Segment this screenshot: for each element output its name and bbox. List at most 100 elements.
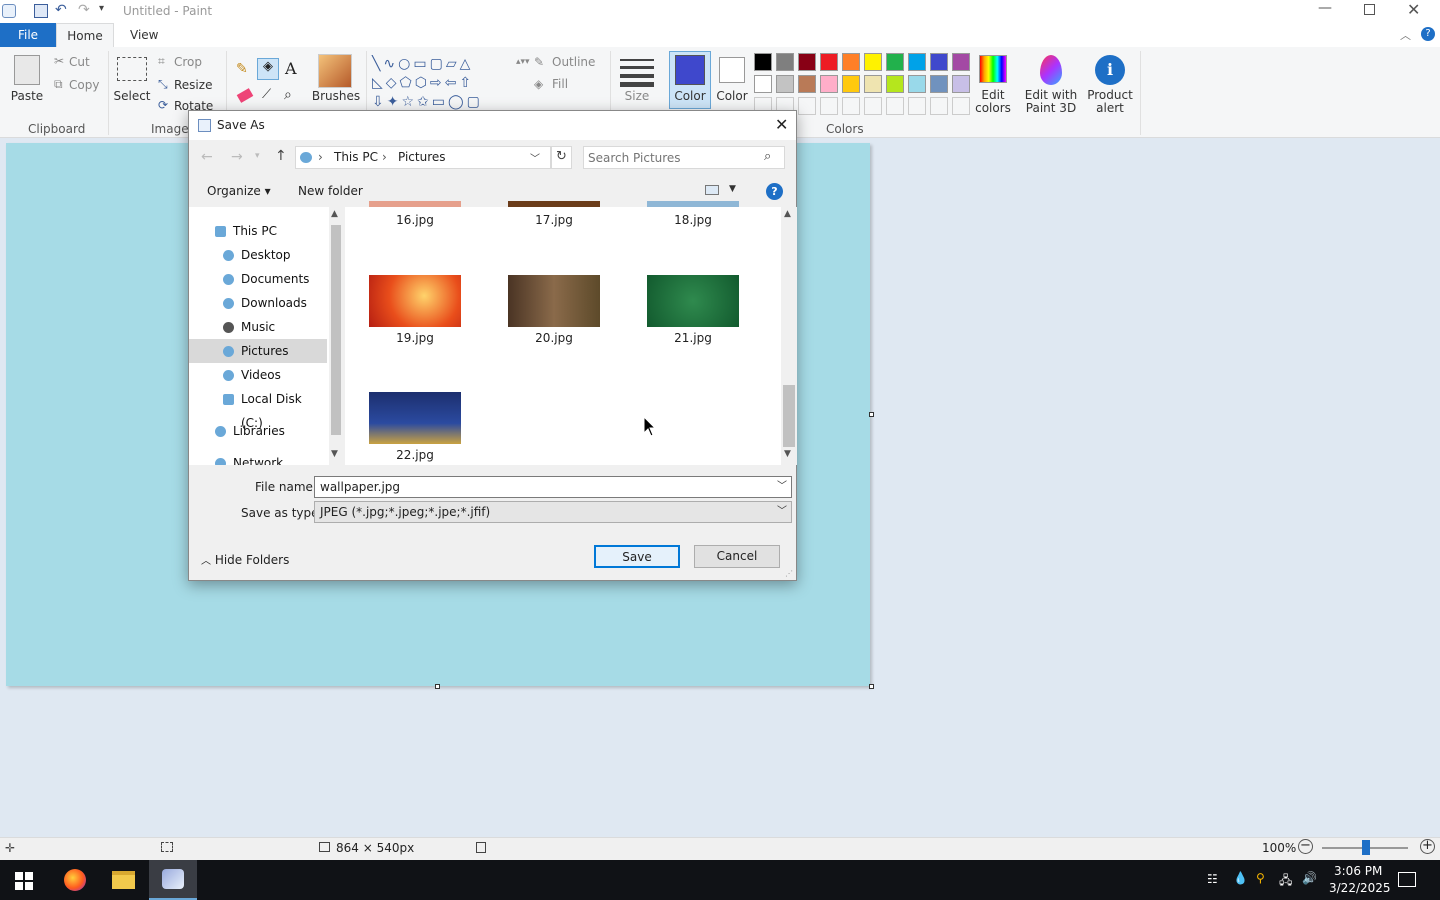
cut-button[interactable]: Cut: [69, 55, 90, 69]
search-tray-icon[interactable]: ⚲: [1256, 871, 1265, 885]
select-icon[interactable]: [117, 57, 147, 81]
palette-swatch[interactable]: [820, 53, 838, 71]
palette-swatch[interactable]: [754, 75, 772, 93]
select-button[interactable]: Select: [112, 89, 152, 103]
organize-button[interactable]: Organize ▾: [207, 184, 271, 198]
eraser-icon[interactable]: [236, 88, 254, 103]
outline-button[interactable]: Outline: [552, 55, 595, 69]
palette-swatch[interactable]: [798, 75, 816, 93]
file-label[interactable]: 18.jpg: [647, 213, 739, 227]
help-icon[interactable]: ?: [1421, 27, 1435, 41]
dialog-help-icon[interactable]: ?: [766, 183, 783, 200]
clock-time[interactable]: 3:06 PM: [1334, 864, 1382, 878]
text-icon[interactable]: A: [285, 59, 297, 78]
palette-swatch[interactable]: [952, 75, 970, 93]
address-dropdown-icon[interactable]: ﹀: [530, 150, 540, 165]
thumbnail-19[interactable]: [369, 275, 461, 327]
palette-swatch[interactable]: [886, 75, 904, 93]
nav-music[interactable]: Music: [189, 315, 327, 339]
palette-swatch[interactable]: [886, 53, 904, 71]
palette-swatch[interactable]: [908, 53, 926, 71]
fill-bucket-icon[interactable]: ◈: [257, 58, 279, 80]
scroll-thumb[interactable]: [331, 225, 341, 435]
resize-button[interactable]: Resize: [174, 78, 212, 92]
nav-local-disk[interactable]: Local Disk (C:): [189, 387, 327, 430]
save-button[interactable]: Save: [594, 545, 680, 568]
save-type-dropdown-icon[interactable]: ﹀: [777, 502, 787, 522]
pencil-icon[interactable]: ✎: [236, 61, 248, 77]
windows-start-icon[interactable]: [15, 872, 33, 890]
scroll-down-icon[interactable]: ▼: [331, 449, 338, 459]
nav-pictures[interactable]: Pictures: [189, 339, 327, 363]
view-options-icon[interactable]: [705, 185, 719, 195]
firefox-icon[interactable]: [64, 869, 86, 891]
file-explorer-icon[interactable]: [112, 871, 135, 889]
view-dropdown-icon[interactable]: ▼: [729, 184, 736, 194]
breadcrumb-this-pc[interactable]: This PC: [334, 150, 378, 164]
palette-swatch[interactable]: [930, 53, 948, 71]
notifications-icon[interactable]: [1398, 872, 1416, 887]
palette-swatch-empty[interactable]: [952, 97, 970, 115]
file-label[interactable]: 22.jpg: [369, 448, 461, 462]
nav-desktop[interactable]: Desktop: [189, 243, 327, 267]
close-window-icon[interactable]: ✕: [1407, 0, 1420, 19]
palette-swatch-empty[interactable]: [908, 97, 926, 115]
brushes-icon[interactable]: [318, 54, 352, 88]
search-input[interactable]: [588, 149, 758, 166]
palette-swatch[interactable]: [820, 75, 838, 93]
breadcrumb-pictures[interactable]: Pictures: [398, 150, 446, 164]
forward-icon[interactable]: →: [231, 149, 243, 165]
customize-qat-icon[interactable]: ▾: [99, 3, 104, 14]
up-icon[interactable]: ↑: [275, 148, 287, 164]
fill-button[interactable]: Fill: [552, 77, 568, 91]
nav-this-pc[interactable]: This PC: [189, 219, 327, 243]
resize-handle-bottom[interactable]: [435, 684, 440, 689]
zoom-slider-thumb[interactable]: [1362, 840, 1370, 855]
file-name-dropdown-icon[interactable]: ﹀: [777, 477, 787, 497]
file-label[interactable]: 19.jpg: [369, 331, 461, 345]
color2-swatch[interactable]: [719, 57, 745, 83]
color-picker-icon[interactable]: ⟋: [262, 87, 271, 102]
nav-downloads[interactable]: Downloads: [189, 291, 327, 315]
paste-icon[interactable]: [14, 55, 40, 85]
hide-folders-button[interactable]: ︿ Hide Folders: [201, 552, 289, 567]
clock-date[interactable]: 3/22/2025: [1329, 881, 1391, 895]
scroll-down-icon[interactable]: ▼: [784, 449, 791, 459]
thumbnail-17[interactable]: [508, 201, 600, 207]
file-label[interactable]: 16.jpg: [369, 213, 461, 227]
network-tray-icon[interactable]: 🖧: [1279, 871, 1292, 892]
shapes-scroll-icon[interactable]: ▴▾▾: [516, 57, 530, 67]
tab-file[interactable]: File: [0, 23, 56, 47]
zoom-in-icon[interactable]: +: [1420, 839, 1435, 854]
palette-swatch[interactable]: [842, 75, 860, 93]
nav-documents[interactable]: Documents: [189, 267, 327, 291]
palette-swatch[interactable]: [754, 53, 772, 71]
file-label[interactable]: 20.jpg: [508, 331, 600, 345]
nav-network[interactable]: Network: [189, 451, 327, 465]
scroll-thumb[interactable]: [783, 385, 795, 447]
product-alert-button[interactable]: Product alert: [1083, 89, 1137, 115]
file-label[interactable]: 21.jpg: [647, 331, 739, 345]
nav-libraries[interactable]: Libraries: [189, 419, 327, 443]
dialog-close-icon[interactable]: ✕: [775, 115, 788, 134]
palette-swatch[interactable]: [776, 53, 794, 71]
palette-swatch-empty[interactable]: [820, 97, 838, 115]
palette-swatch-empty[interactable]: [798, 97, 816, 115]
minimize-icon[interactable]: —: [1318, 0, 1332, 16]
palette-swatch[interactable]: [842, 53, 860, 71]
restore-icon[interactable]: [1364, 4, 1375, 15]
tab-home[interactable]: Home: [56, 23, 114, 47]
back-icon[interactable]: ←: [201, 149, 213, 165]
file-scrollbar[interactable]: ▲ ▼: [781, 207, 797, 465]
save-type-select[interactable]: JPEG (*.jpg;*.jpeg;*.jpe;*.jfif) ﹀: [314, 501, 792, 523]
thumbnail-18[interactable]: [647, 201, 739, 207]
nav-scrollbar[interactable]: ▲ ▼: [329, 207, 343, 465]
edit-paint3d-button[interactable]: Edit with Paint 3D: [1022, 89, 1080, 115]
file-name-input[interactable]: wallpaper.jpg ﹀: [314, 476, 792, 498]
save-icon[interactable]: [34, 4, 48, 18]
palette-swatch[interactable]: [864, 53, 882, 71]
thumbnail-16[interactable]: [369, 201, 461, 207]
search-box[interactable]: ⌕: [583, 146, 785, 169]
scroll-up-icon[interactable]: ▲: [784, 209, 791, 219]
brushes-button[interactable]: Brushes: [310, 89, 362, 103]
